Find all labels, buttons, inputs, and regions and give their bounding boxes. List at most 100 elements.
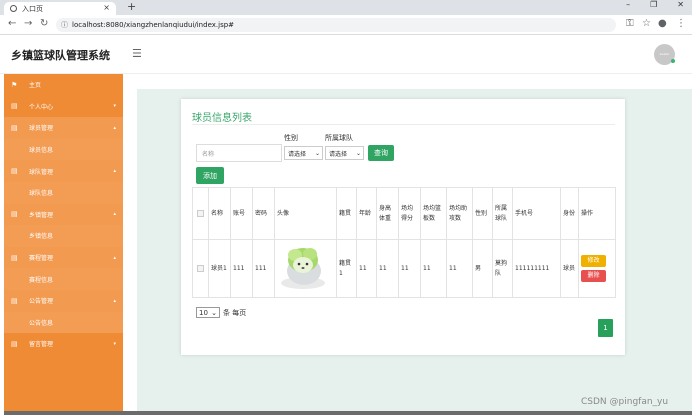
cell-avg-rebounds: 11 (420, 239, 447, 298)
menu-icon[interactable]: ⋮ (676, 18, 686, 29)
player-avatar-image (281, 247, 325, 289)
chevron-up-icon: ▴ (113, 124, 116, 131)
table-row: 球员1 111 111 籍贯1 11 11 11 11 11 男 莫狗队 111… (192, 239, 616, 298)
sidebar-item-towns[interactable]: ▤ 乡镇管理 ▴ (4, 203, 123, 226)
column-header: 身高体重 (376, 187, 399, 240)
column-header: 手机号 (512, 187, 561, 240)
column-header: 身份 (560, 187, 579, 240)
delete-button[interactable]: 删除 (581, 270, 606, 282)
list-icon: ▤ (11, 102, 18, 111)
sidebar-subitem-notice-info[interactable]: 公告信息 (4, 311, 123, 334)
sidebar-item-teams[interactable]: ▤ 球队管理 ▴ (4, 160, 123, 182)
select-all-checkbox[interactable] (197, 210, 204, 217)
name-search-input[interactable]: 名称 (196, 144, 282, 162)
row-checkbox[interactable] (197, 265, 204, 272)
cell-phone: 111111111 (512, 239, 561, 298)
sidebar-item-notices[interactable]: ▤ 公告管理 ▴ (4, 289, 123, 312)
sidebar-item-home[interactable]: ⚑ 主页 (4, 74, 123, 96)
cell-height-weight: 11 (376, 239, 399, 298)
cell-gender: 男 (472, 239, 493, 298)
sidebar-item-label: 留言管理 (29, 341, 54, 349)
star-icon[interactable]: ☆ (642, 18, 651, 29)
player-table: 名称 账号 密码 头像 籍贯 年龄 身高体重 场均得分 场均篮板数 场均助攻数 … (192, 187, 616, 298)
gender-select-value: 请选择 (288, 150, 307, 158)
sidebar-item-messages[interactable]: ▤ 留言管理 ▾ (4, 333, 123, 355)
chevron-up-icon: ▴ (113, 297, 116, 304)
select-all-cell[interactable] (192, 187, 209, 240)
browser-tab-strip: 入口页 × + – ❐ ✕ (0, 0, 692, 15)
sidebar-subitem-town-info[interactable]: 乡镇信息 (4, 225, 123, 247)
online-status-icon (671, 59, 675, 63)
row-select-cell[interactable] (192, 239, 209, 298)
page-button-current[interactable]: 1 (598, 319, 613, 337)
url-text: localhost:8080/xiangzhenlanqiudui/index.… (72, 21, 235, 29)
per-page-select[interactable]: 10 ⌄ (196, 307, 220, 318)
cell-password: 111 (252, 239, 275, 298)
edit-button[interactable]: 修改 (581, 255, 606, 267)
avatar[interactable]: avatar (654, 44, 675, 65)
sidebar: ⚑ 主页 ▤ 个人中心 ▾ ▤ 球员管理 ▴ 球员信息 ▤ 球队管理 ▴ 球队信… (4, 74, 123, 415)
info-icon[interactable]: ⓘ (61, 18, 68, 32)
column-header: 性别 (472, 187, 493, 240)
profile-icon[interactable]: ● (658, 18, 667, 29)
add-button[interactable]: 添加 (196, 167, 224, 184)
key-icon[interactable]: ⚿ (626, 18, 634, 29)
cell-age: 11 (356, 239, 377, 298)
cell-role: 球员 (560, 239, 579, 298)
column-header: 密码 (252, 187, 275, 240)
chevron-down-icon: ⌄ (211, 308, 217, 317)
sidebar-item-profile[interactable]: ▤ 个人中心 ▾ (4, 96, 123, 118)
browser-tab[interactable]: 入口页 × (4, 2, 116, 15)
forward-icon[interactable]: → (24, 18, 32, 29)
address-bar: ← → ↻ ⓘ localhost:8080/xiangzhenlanqiudu… (0, 15, 692, 35)
sidebar-item-label: 个人中心 (29, 103, 54, 111)
page-title: 球员信息列表 (192, 113, 252, 124)
team-select-value: 请选择 (329, 150, 348, 158)
hamburger-icon[interactable]: ☰ (132, 47, 142, 60)
gender-select[interactable]: 请选择 ⌄ (284, 146, 323, 160)
restore-button[interactable]: ❐ (650, 0, 657, 9)
url-field[interactable]: ⓘ localhost:8080/xiangzhenlanqiudui/inde… (56, 18, 616, 32)
list-icon: ▤ (11, 123, 18, 132)
sidebar-item-label: 乡镇管理 (29, 211, 54, 219)
title-divider (192, 124, 615, 125)
window-controls: – ❐ ✕ (626, 0, 684, 9)
name-search-placeholder: 名称 (202, 150, 215, 158)
list-icon: ▤ (11, 253, 18, 262)
sidebar-item-label: 球员管理 (29, 125, 54, 133)
column-header: 操作 (578, 187, 616, 240)
sidebar-subitem-player-info[interactable]: 球员信息 (4, 138, 123, 161)
chevron-down-icon: ▾ (113, 340, 116, 347)
gender-label: 性别 (284, 134, 298, 142)
column-header: 年龄 (356, 187, 377, 240)
new-tab-button[interactable]: + (127, 0, 136, 13)
column-header: 场均篮板数 (420, 187, 447, 240)
chevron-up-icon: ▴ (113, 168, 116, 175)
sidebar-item-schedule[interactable]: ▤ 赛程管理 ▴ (4, 246, 123, 269)
minimize-button[interactable]: – (626, 0, 630, 9)
close-window-button[interactable]: ✕ (677, 0, 684, 9)
team-select[interactable]: 请选择 ⌄ (325, 146, 364, 160)
sidebar-item-players[interactable]: ▤ 球员管理 ▴ (4, 117, 123, 139)
tab-close-icon[interactable]: × (103, 3, 110, 12)
list-icon: ▤ (11, 296, 18, 305)
sidebar-subitem-team-info[interactable]: 球队信息 (4, 181, 123, 204)
column-header: 账号 (230, 187, 253, 240)
sidebar-item-label: 球队管理 (29, 168, 54, 176)
app-header: 乡镇篮球队管理系统 ☰ avatar (0, 35, 692, 74)
per-page-value: 10 (199, 308, 208, 317)
flag-icon: ⚑ (11, 80, 18, 89)
column-header: 场均助攻数 (446, 187, 473, 240)
query-button[interactable]: 查询 (368, 145, 394, 161)
list-icon: ▤ (11, 167, 18, 176)
column-header: 名称 (208, 187, 231, 240)
cell-team: 莫狗队 (492, 239, 513, 298)
cell-actions: 修改 删除 (578, 239, 616, 298)
back-icon[interactable]: ← (8, 18, 16, 29)
reload-icon[interactable]: ↻ (40, 18, 48, 29)
list-icon: ▤ (11, 210, 18, 219)
cell-hometown: 籍贯1 (336, 239, 357, 298)
table-header-row: 名称 账号 密码 头像 籍贯 年龄 身高体重 场均得分 场均篮板数 场均助攻数 … (192, 187, 616, 240)
per-page-control: 10 ⌄ 条 每页 (196, 307, 246, 318)
sidebar-subitem-schedule-info[interactable]: 赛程信息 (4, 268, 123, 290)
